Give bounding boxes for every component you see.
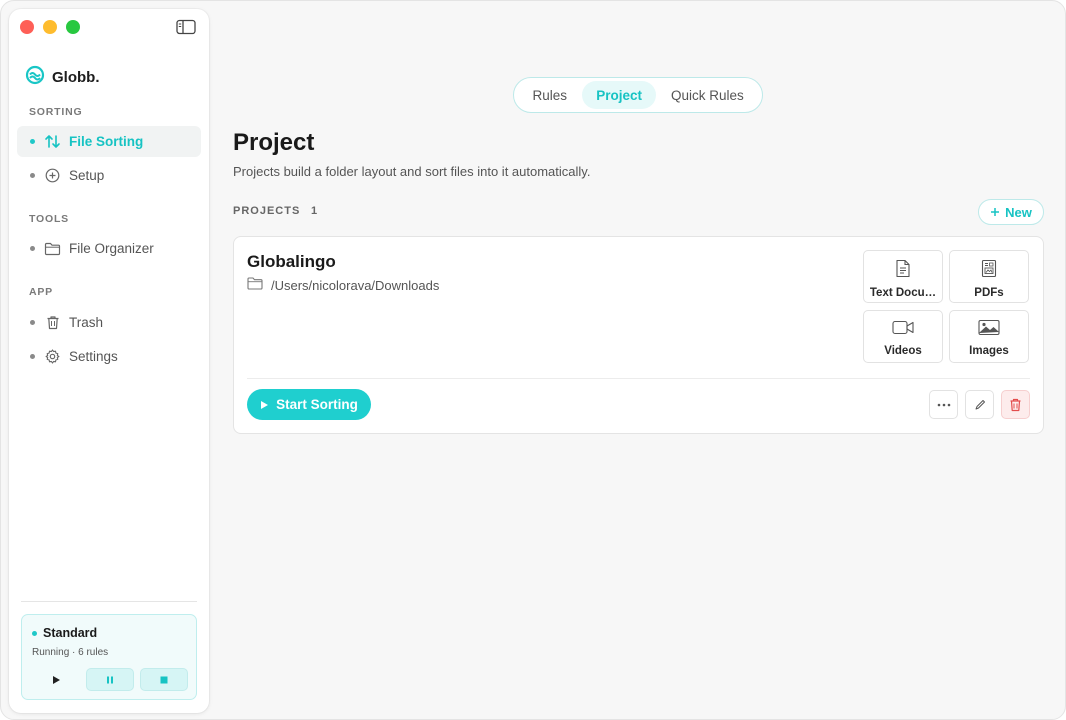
more-options-button[interactable]	[929, 390, 958, 419]
sidebar-item-label: File Sorting	[69, 134, 144, 149]
category-label: Images	[969, 345, 1009, 357]
sidebar-item-file-sorting[interactable]: File Sorting	[17, 126, 201, 157]
view-tabs: Rules Project Quick Rules	[513, 77, 763, 113]
edit-button[interactable]	[965, 390, 994, 419]
sidebar-item-label: File Organizer	[69, 241, 154, 256]
status-card: Standard Running · 6 rules	[21, 614, 197, 700]
category-tile-pdfs[interactable]: PDFs	[949, 250, 1029, 303]
new-project-button[interactable]: New	[978, 199, 1044, 225]
app-name: Globb.	[52, 69, 100, 86]
category-tile-images[interactable]: Images	[949, 310, 1029, 363]
new-button-label: New	[1005, 204, 1032, 220]
start-sorting-button[interactable]: Start Sorting	[247, 389, 371, 420]
minimize-window-button[interactable]	[43, 20, 57, 34]
sidebar: Globb. SORTING File Sorting Setup TOOLS …	[9, 9, 209, 713]
folder-icon	[44, 240, 61, 257]
play-icon	[53, 675, 60, 684]
category-label: PDFs	[974, 287, 1004, 299]
section-label-tools: TOOLS	[29, 213, 69, 225]
category-label: Videos	[884, 345, 922, 357]
category-tile-text-documents[interactable]: Text Docu…	[863, 250, 943, 303]
sidebar-item-label: Trash	[69, 315, 104, 330]
plus-icon	[991, 208, 1000, 216]
plus-circle-icon	[44, 167, 61, 184]
document-icon	[895, 259, 911, 283]
project-path: /Users/nicolorava/Downloads	[247, 277, 439, 293]
stop-icon	[160, 676, 168, 683]
pdf-icon	[981, 259, 997, 283]
page-title: Project	[233, 129, 315, 156]
close-window-button[interactable]	[20, 20, 34, 34]
project-card: Globalingo /Users/nicolorava/Downloads T…	[233, 236, 1044, 434]
page-subtitle: Projects build a folder layout and sort …	[233, 164, 591, 179]
trash-icon	[44, 314, 61, 331]
tab-project[interactable]: Project	[582, 81, 656, 109]
projects-section-label: PROJECTS	[233, 205, 301, 217]
sidebar-toggle-icon[interactable]	[176, 19, 196, 35]
more-icon	[937, 403, 950, 406]
project-name: Globalingo	[247, 252, 336, 271]
projects-count: 1	[311, 205, 318, 217]
globb-logo-icon	[25, 65, 45, 90]
nav-dot	[30, 354, 35, 359]
zoom-window-button[interactable]	[66, 20, 80, 34]
sidebar-item-settings[interactable]: Settings	[17, 341, 201, 372]
tab-quick-rules[interactable]: Quick Rules	[656, 81, 759, 109]
sidebar-item-trash[interactable]: Trash	[17, 307, 201, 338]
status-indicator	[32, 631, 37, 636]
nav-dot	[30, 173, 35, 178]
delete-button[interactable]	[1001, 390, 1030, 419]
sidebar-item-setup[interactable]: Setup	[17, 160, 201, 191]
project-path-text: /Users/nicolorava/Downloads	[271, 277, 440, 293]
brand: Globb.	[25, 65, 100, 90]
stop-button[interactable]	[140, 668, 188, 691]
category-tile-videos[interactable]: Videos	[863, 310, 943, 363]
sidebar-item-file-organizer[interactable]: File Organizer	[17, 233, 201, 264]
play-icon	[261, 400, 269, 409]
sidebar-item-label: Settings	[69, 349, 118, 364]
status-title: Standard	[43, 626, 98, 640]
sort-arrows-icon	[44, 133, 61, 150]
app-window: Globb. SORTING File Sorting Setup TOOLS …	[0, 0, 1066, 720]
category-label: Text Docu…	[869, 287, 937, 299]
pause-icon	[107, 676, 113, 683]
sidebar-item-label: Setup	[69, 168, 105, 183]
folder-icon	[247, 277, 263, 293]
active-dot	[30, 139, 35, 144]
start-sorting-label: Start Sorting	[276, 397, 358, 412]
section-label-sorting: SORTING	[29, 106, 83, 118]
gear-icon	[44, 348, 61, 365]
pause-button[interactable]	[86, 668, 134, 691]
window-controls	[20, 20, 80, 34]
status-subtitle: Running · 6 rules	[32, 647, 109, 658]
section-label-app: APP	[29, 286, 53, 298]
trash-icon	[1010, 398, 1021, 411]
video-icon	[892, 319, 914, 341]
tab-rules[interactable]: Rules	[517, 81, 582, 109]
card-divider	[247, 378, 1030, 379]
sidebar-divider	[21, 601, 197, 602]
nav-dot	[30, 320, 35, 325]
pencil-icon	[975, 399, 985, 409]
nav-dot	[30, 246, 35, 251]
play-button[interactable]	[32, 668, 80, 691]
image-icon	[978, 319, 1000, 341]
